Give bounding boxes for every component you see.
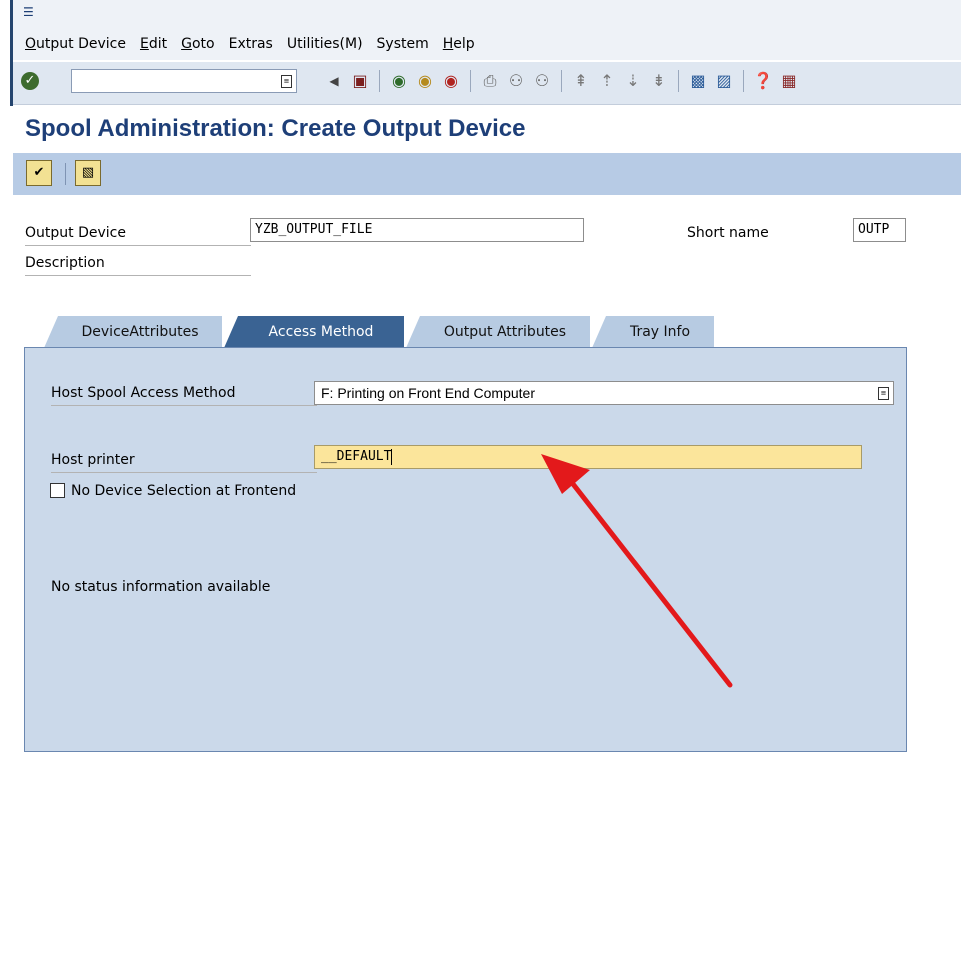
menu-goto[interactable]: Goto (181, 36, 214, 52)
menu-output-device[interactable]: Output Device (25, 36, 126, 52)
previous-page-icon[interactable]: ⇡ (596, 70, 618, 92)
tab-label: DeviceAttributes (81, 324, 199, 340)
toolbar-separator (561, 70, 562, 92)
cancel-icon[interactable]: ◉ (440, 70, 462, 92)
layout-icon[interactable]: ▦ (778, 70, 800, 92)
short-name-field[interactable]: OUTP (853, 218, 906, 242)
tab-tray-info[interactable]: Tray Info (592, 316, 714, 348)
menu-edit[interactable]: Edit (140, 36, 167, 52)
shortcut-icon[interactable]: ▨ (713, 70, 735, 92)
system-menu-icon[interactable]: ☰ (23, 6, 36, 19)
application-toolbar: ✔ ▧ (13, 153, 961, 195)
standard-toolbar: ✓ ≡ ◀ ▣ ◉ ◉ ◉ ⎙ ⚇ ⚇ ⇞ ⇡ ⇣ ⇟ ▩ ▨ ❓ ▦ (13, 62, 961, 105)
sap-window: ☰ Output Device Edit Goto Extras Utiliti… (10, 0, 961, 969)
menu-utilities[interactable]: Utilities(M) (287, 36, 363, 52)
toolbar-separator (743, 70, 744, 92)
check-icon[interactable]: ✔ (26, 160, 52, 186)
first-page-icon[interactable]: ⇞ (570, 70, 592, 92)
toolbar-separator (470, 70, 471, 92)
save-icon[interactable]: ▣ (349, 70, 371, 92)
menu-extras[interactable]: Extras (229, 36, 273, 52)
last-page-icon[interactable]: ⇟ (648, 70, 670, 92)
tab-output-attributes[interactable]: Output Attributes (406, 316, 590, 348)
tab-device-attributes[interactable]: DeviceAttributes (44, 316, 222, 348)
command-field[interactable]: ≡ (71, 69, 297, 93)
output-device-label: Output Device (25, 225, 251, 246)
host-spool-value: F: Printing on Front End Computer (321, 385, 535, 401)
menu-bar: ☰ Output Device Edit Goto Extras Utiliti… (13, 0, 961, 60)
tab-label: Output Attributes (443, 324, 567, 340)
exit-icon[interactable]: ◉ (414, 70, 436, 92)
access-method-panel: Host Spool Access Method F: Printing on … (24, 347, 907, 752)
enter-icon[interactable]: ✓ (21, 72, 39, 90)
no-device-selection-checkbox[interactable] (50, 483, 65, 498)
status-text: No status information available (51, 579, 271, 595)
tab-label: Access Method (268, 324, 374, 340)
host-printer-value: __DEFAULT (321, 449, 392, 464)
print-icon[interactable]: ⎙ (479, 70, 501, 92)
back-triangle-icon[interactable]: ◀ (323, 70, 345, 92)
change-icon[interactable]: ▧ (75, 160, 101, 186)
description-label: Description (25, 255, 251, 276)
host-spool-select[interactable]: F: Printing on Front End Computer ≡ (314, 381, 894, 405)
tab-access-method[interactable]: Access Method (224, 316, 404, 348)
dropdown-icon[interactable]: ≡ (281, 75, 292, 88)
menu-help[interactable]: Help (443, 36, 475, 52)
host-printer-field[interactable]: __DEFAULT (314, 445, 862, 469)
page-title: Spool Administration: Create Output Devi… (25, 115, 526, 142)
short-name-label: Short name (687, 225, 769, 241)
next-page-icon[interactable]: ⇣ (622, 70, 644, 92)
toolbar-separator (379, 70, 380, 92)
toolbar-separator (65, 163, 66, 185)
menu-system[interactable]: System (377, 36, 429, 52)
find-icon[interactable]: ⚇ (505, 70, 527, 92)
dropdown-icon[interactable]: ≡ (878, 387, 889, 400)
toolbar-separator (678, 70, 679, 92)
toolbar-icons: ◀ ▣ ◉ ◉ ◉ ⎙ ⚇ ⚇ ⇞ ⇡ ⇣ ⇟ ▩ ▨ ❓ ▦ (323, 70, 804, 92)
back-icon[interactable]: ◉ (388, 70, 410, 92)
menu-list: Output Device Edit Goto Extras Utilities… (25, 36, 489, 52)
host-spool-label: Host Spool Access Method (51, 385, 317, 406)
new-session-icon[interactable]: ▩ (687, 70, 709, 92)
no-device-selection-label: No Device Selection at Frontend (71, 483, 297, 499)
find-next-icon[interactable]: ⚇ (531, 70, 553, 92)
help-icon[interactable]: ❓ (752, 70, 774, 92)
tab-label: Tray Info (629, 324, 691, 340)
text-cursor (391, 448, 393, 465)
output-device-field[interactable]: YZB_OUTPUT_FILE (250, 218, 584, 242)
host-printer-label: Host printer (51, 452, 317, 473)
